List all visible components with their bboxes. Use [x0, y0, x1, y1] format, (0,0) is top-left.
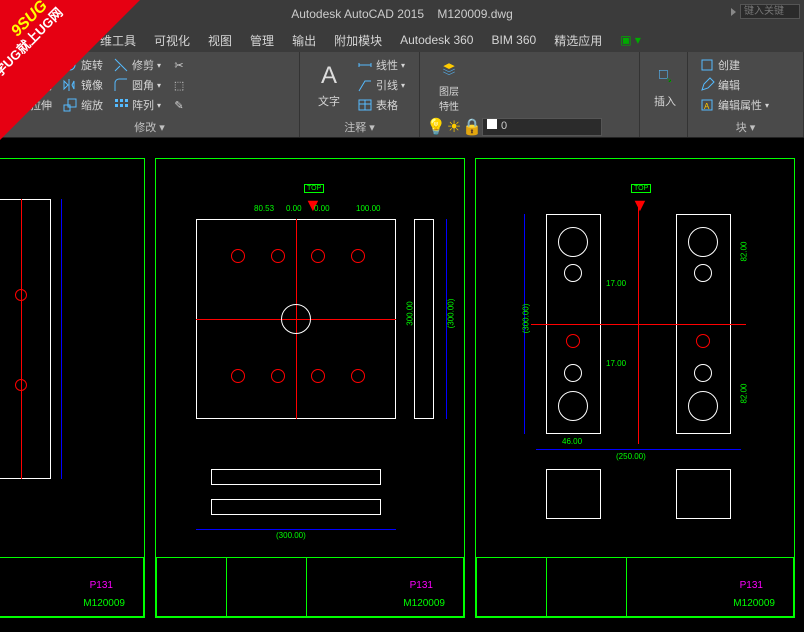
tab-view[interactable]: 视图	[208, 32, 232, 49]
panel-title-block[interactable]: 块 ▾	[696, 117, 795, 135]
drawing-sheet-3: TOP ▼ (250.00) 46.00 (300.00) 17.00 17.0…	[475, 158, 795, 618]
drawing-area[interactable]: P131 M120009 TOP ▼ (300.00) (300.00) 80.…	[0, 138, 804, 632]
lock-icon: 🔒	[464, 119, 480, 135]
create-icon	[699, 57, 715, 73]
tab-a360[interactable]: Autodesk 360	[400, 33, 473, 47]
tab-addins[interactable]: 附加模块	[334, 32, 382, 49]
misc2-icon: ⬚	[171, 77, 187, 93]
search-arrow-icon[interactable]	[731, 8, 736, 16]
app-title: Autodesk AutoCAD 2015 M120009.dwg	[291, 7, 513, 21]
top-marker: TOP	[304, 184, 324, 193]
edit-block-button[interactable]: 编辑	[696, 76, 772, 94]
modify-misc2-button[interactable]: ⬚	[168, 76, 190, 94]
modify-misc3-button[interactable]: ✎	[168, 96, 190, 114]
panel-annotate: A文字 线性▾ 引线▾ 表格 注释 ▾	[300, 52, 420, 137]
table-icon	[357, 97, 373, 113]
misc1-icon: ✂	[171, 57, 187, 73]
tab-manage[interactable]: 管理	[250, 32, 274, 49]
svg-text:A: A	[704, 102, 710, 111]
edit-icon	[699, 77, 715, 93]
linear-dim-button[interactable]: 线性▾	[354, 56, 408, 74]
tab-bim360[interactable]: BIM 360	[491, 33, 536, 47]
insert-icon	[651, 62, 679, 90]
tab-overflow-icon[interactable]: ▣ ▾	[620, 33, 641, 47]
linear-icon	[357, 57, 373, 73]
tab-featured[interactable]: 精选应用	[554, 32, 602, 49]
layer-dropdown[interactable]: 0	[482, 118, 602, 136]
panel-layers: 图层 特性 💡 ☀ 🔒 0 置为当前 匹配图层 图层 ▾	[420, 52, 640, 137]
layer-props-button[interactable]: 图层 特性	[428, 56, 470, 114]
layers-icon	[435, 57, 463, 80]
text-icon: A	[315, 62, 343, 90]
insert-button[interactable]: 插入	[648, 56, 682, 114]
attr-icon: A	[699, 97, 715, 113]
bulb-icon: 💡	[428, 119, 444, 135]
panel-block: 创建 编辑 A编辑属性▾ 块 ▾	[688, 52, 804, 137]
drawing-sheet-2: TOP ▼ (300.00) (300.00) 80.53 0.00 0.00 …	[155, 158, 465, 618]
search-input[interactable]	[740, 4, 800, 19]
leader-button[interactable]: 引线▾	[354, 76, 408, 94]
drawing-sheet-1: P131 M120009	[0, 158, 145, 618]
panel-title-annotate[interactable]: 注释 ▾	[308, 117, 411, 135]
misc3-icon: ✎	[171, 97, 187, 113]
text-button[interactable]: A文字	[308, 56, 350, 114]
tab-output[interactable]: 输出	[292, 32, 316, 49]
leader-icon	[357, 77, 373, 93]
table-button[interactable]: 表格	[354, 96, 408, 114]
top-marker-3: TOP	[631, 184, 651, 193]
panel-insert: 插入	[640, 52, 688, 137]
create-block-button[interactable]: 创建	[696, 56, 772, 74]
search-box	[731, 4, 800, 19]
sun-icon: ☀	[446, 119, 462, 135]
tab-visualize[interactable]: 可视化	[154, 32, 190, 49]
modify-misc1-button[interactable]: ✂	[168, 56, 190, 74]
edit-attr-button[interactable]: A编辑属性▾	[696, 96, 772, 114]
